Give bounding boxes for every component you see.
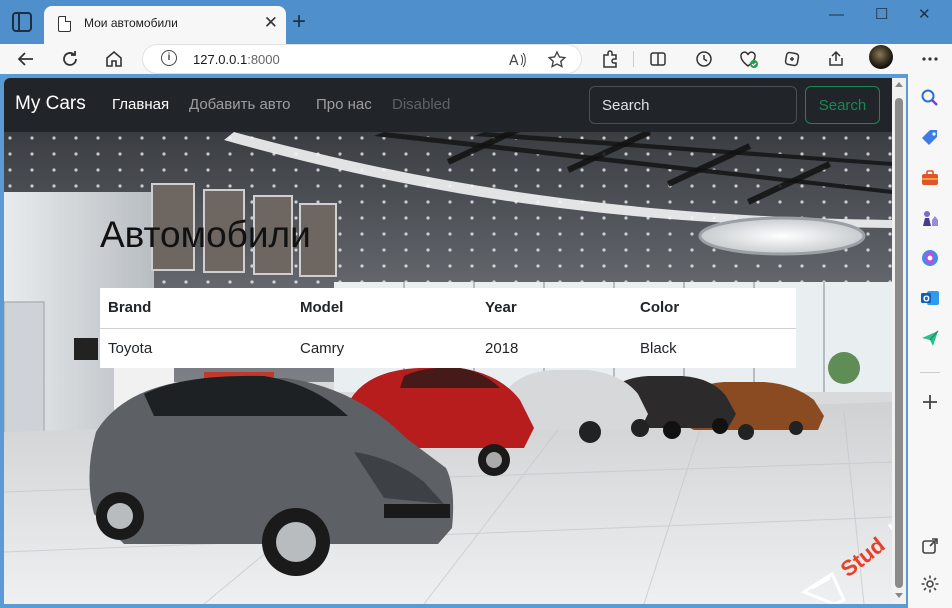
address-bar[interactable]: i 127.0.0.1:8000 A	[142, 44, 582, 74]
nav-link-about[interactable]: Про нас	[316, 96, 372, 113]
split-screen-icon[interactable]	[648, 49, 668, 69]
scroll-up-icon[interactable]	[895, 82, 903, 87]
page-title: Автомобили	[100, 214, 311, 255]
close-window-button[interactable]: ✕	[918, 6, 931, 24]
maximize-button[interactable]: ☐	[875, 6, 888, 24]
table-header-row: Brand Model Year Color	[100, 288, 796, 329]
site-info-icon[interactable]: i	[161, 50, 177, 66]
collections-icon[interactable]	[782, 49, 802, 69]
column-header-model: Model	[292, 288, 477, 329]
scroll-down-icon[interactable]	[895, 593, 903, 598]
cell-brand: Toyota	[108, 339, 153, 357]
cell-year: 2018	[485, 339, 519, 357]
column-header-brand: Brand	[100, 288, 292, 329]
outlook-icon[interactable]: O	[920, 288, 940, 308]
page-viewport: My Cars Главная Добавить авто Про нас Di…	[4, 78, 892, 604]
scrollbar-thumb[interactable]	[895, 98, 903, 588]
read-aloud-icon[interactable]: A	[509, 51, 527, 69]
copilot-icon[interactable]	[920, 248, 940, 268]
minimize-button[interactable]: —	[829, 6, 844, 24]
browser-toolbar: i 127.0.0.1:8000 A	[0, 44, 952, 74]
home-icon[interactable]	[104, 49, 124, 69]
toolbar-divider	[633, 51, 634, 67]
add-icon[interactable]	[920, 392, 940, 412]
profile-avatar[interactable]	[869, 45, 893, 69]
nav-link-home[interactable]: Главная	[112, 96, 169, 113]
column-header-year: Year	[477, 288, 632, 329]
table-row: Toyota Camry 2018 Black	[100, 328, 796, 368]
site-navbar: My Cars Главная Добавить авто Про нас Di…	[4, 78, 892, 132]
browser-tab[interactable]: Мои автомобили ✕	[44, 6, 286, 44]
back-icon[interactable]	[16, 49, 36, 69]
cell-color: Black	[640, 339, 677, 357]
new-tab-button[interactable]: +	[292, 8, 306, 36]
svg-text:O: O	[923, 295, 930, 304]
sidebar-divider	[920, 372, 940, 373]
page-scrollbar[interactable]	[892, 78, 906, 604]
search-icon[interactable]	[920, 88, 940, 108]
tools-icon[interactable]	[920, 168, 940, 188]
column-header-color: Color	[632, 288, 796, 329]
address-url[interactable]: 127.0.0.1:8000	[193, 52, 280, 67]
cars-table: Brand Model Year Color Toyota Camry 2018…	[100, 288, 796, 368]
shopping-icon[interactable]	[920, 128, 940, 148]
games-icon[interactable]	[920, 208, 940, 228]
more-icon[interactable]	[920, 49, 940, 69]
page-favicon-icon	[58, 16, 71, 32]
send-icon[interactable]	[920, 328, 940, 348]
browser-titlebar: Мои автомобили ✕ + — ☐ ✕	[0, 0, 952, 44]
nav-link-disabled: Disabled	[392, 96, 451, 113]
refresh-icon[interactable]	[60, 49, 80, 69]
extensions-icon[interactable]	[600, 49, 620, 69]
cell-model: Camry	[300, 339, 345, 357]
performance-icon[interactable]	[738, 49, 760, 69]
tab-title: Мои автомобили	[84, 16, 178, 30]
showroom-background-image: Stud Learn	[4, 132, 892, 604]
favorite-icon[interactable]	[547, 50, 567, 70]
history-icon[interactable]	[694, 49, 714, 69]
share-icon[interactable]	[826, 49, 846, 69]
tab-close-button[interactable]: ✕	[264, 13, 278, 33]
tab-actions-icon[interactable]	[12, 12, 32, 32]
settings-icon[interactable]	[920, 574, 940, 594]
external-link-icon[interactable]	[920, 536, 940, 556]
browser-sidebar: O	[908, 74, 952, 608]
search-input[interactable]	[589, 86, 797, 124]
nav-link-add-car[interactable]: Добавить авто	[189, 96, 290, 113]
search-button[interactable]: Search	[805, 86, 880, 124]
svg-text:A: A	[509, 53, 519, 69]
navbar-brand[interactable]: My Cars	[15, 93, 86, 115]
